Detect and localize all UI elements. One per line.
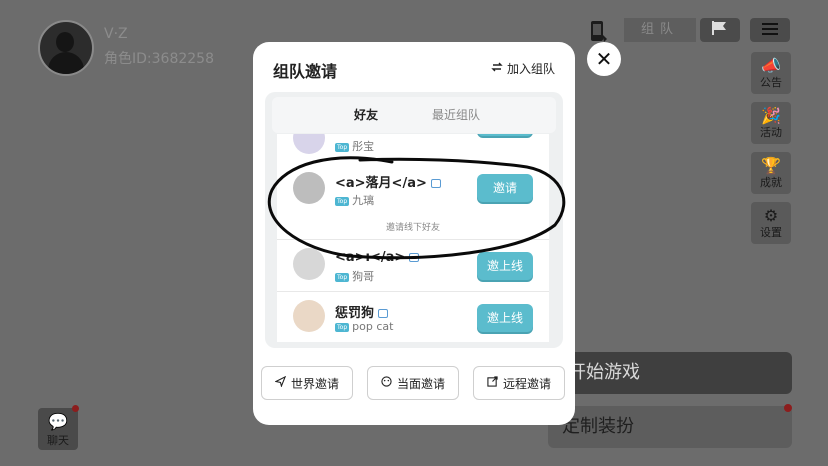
friend-avatar	[293, 248, 325, 280]
friend-name: <a>ı</a>	[335, 250, 420, 265]
flag-button[interactable]	[700, 18, 740, 42]
player-avatar[interactable]	[38, 20, 94, 76]
close-icon: ✕	[595, 47, 613, 71]
face-invite-button[interactable]: 当面邀请	[367, 366, 459, 400]
join-team-button[interactable]: 加入组队	[491, 60, 555, 77]
invite-tabs: 好友 最近组队	[272, 97, 556, 133]
friend-avatar	[293, 172, 325, 204]
chat-bubble-icon: 💬	[48, 412, 68, 431]
player-role-id: 角色ID:3682258	[104, 51, 214, 67]
list-item: <a>落月</a> Top 九璃 邀请 邀请线下好友	[277, 158, 549, 242]
swap-icon	[491, 61, 503, 76]
trophy-icon: 🏆	[761, 156, 781, 175]
invite-online-button[interactable]: 邀上线	[477, 252, 533, 280]
badge-icon	[378, 309, 389, 318]
events-button[interactable]: 🎉 活动	[751, 102, 791, 144]
list-item: 惩罚狗 Top pop cat 邀上线	[277, 292, 549, 342]
friend-subtitle: Top 彤宝	[335, 140, 375, 153]
badge-icon	[409, 253, 420, 262]
friend-subtitle: Top 九璃	[335, 194, 375, 207]
friend-avatar	[293, 134, 325, 154]
offline-invite-hint[interactable]: 邀请线下好友	[277, 220, 549, 233]
achievements-button[interactable]: 🏆 成就	[751, 152, 791, 194]
list-item: <a>ı</a> Top 狗哥 邀上线	[277, 240, 549, 290]
world-invite-button[interactable]: 世界邀请	[261, 366, 353, 400]
friend-name: 惩罚狗	[335, 302, 389, 321]
menu-button[interactable]	[750, 18, 790, 42]
chat-notification-dot	[72, 405, 79, 412]
start-game-button[interactable]: 开始游戏	[548, 352, 792, 394]
badge-icon	[430, 179, 441, 188]
menu-icon	[762, 21, 778, 40]
invite-methods: 世界邀请 当面邀请 远程邀请	[261, 366, 567, 402]
friend-list[interactable]: Top 彤宝 <a>落月</a> Top 九璃 邀请 邀请线下好友 <a>ı</a>…	[277, 134, 549, 342]
friend-avatar	[293, 300, 325, 332]
flag-icon	[710, 20, 730, 40]
list-item: Top 彤宝	[277, 134, 549, 156]
dialog-title: 组队邀请	[273, 62, 338, 81]
megaphone-icon: 📣	[761, 56, 781, 75]
invite-online-button[interactable]: 邀上线	[477, 304, 533, 332]
friend-subtitle: Top pop cat	[335, 320, 394, 333]
invite-button[interactable]	[477, 134, 533, 136]
external-link-icon	[487, 376, 498, 390]
friend-subtitle: Top 狗哥	[335, 270, 375, 283]
chat-button[interactable]: 💬 聊天	[38, 408, 78, 450]
notification-dot	[784, 404, 792, 412]
close-button[interactable]: ✕	[587, 42, 621, 76]
party-icon: 🎉	[761, 106, 781, 125]
announcement-button[interactable]: 📣 公告	[751, 52, 791, 94]
smile-icon	[381, 376, 392, 390]
tab-team[interactable]: 组队	[624, 18, 696, 42]
tab-friends[interactable]: 好友	[354, 97, 378, 133]
phone-icon[interactable]	[588, 20, 608, 44]
remote-invite-button[interactable]: 远程邀请	[473, 366, 565, 400]
tab-recent[interactable]: 最近组队	[432, 97, 480, 133]
gear-icon: ⚙	[763, 206, 779, 225]
friend-name: <a>落月</a>	[335, 172, 441, 191]
settings-button[interactable]: ⚙ 设置	[751, 202, 791, 244]
send-icon	[274, 375, 287, 390]
player-name: V·Z	[104, 26, 128, 42]
invite-button[interactable]: 邀请	[477, 174, 533, 202]
customize-outfit-button[interactable]: 定制装扮	[548, 406, 792, 448]
